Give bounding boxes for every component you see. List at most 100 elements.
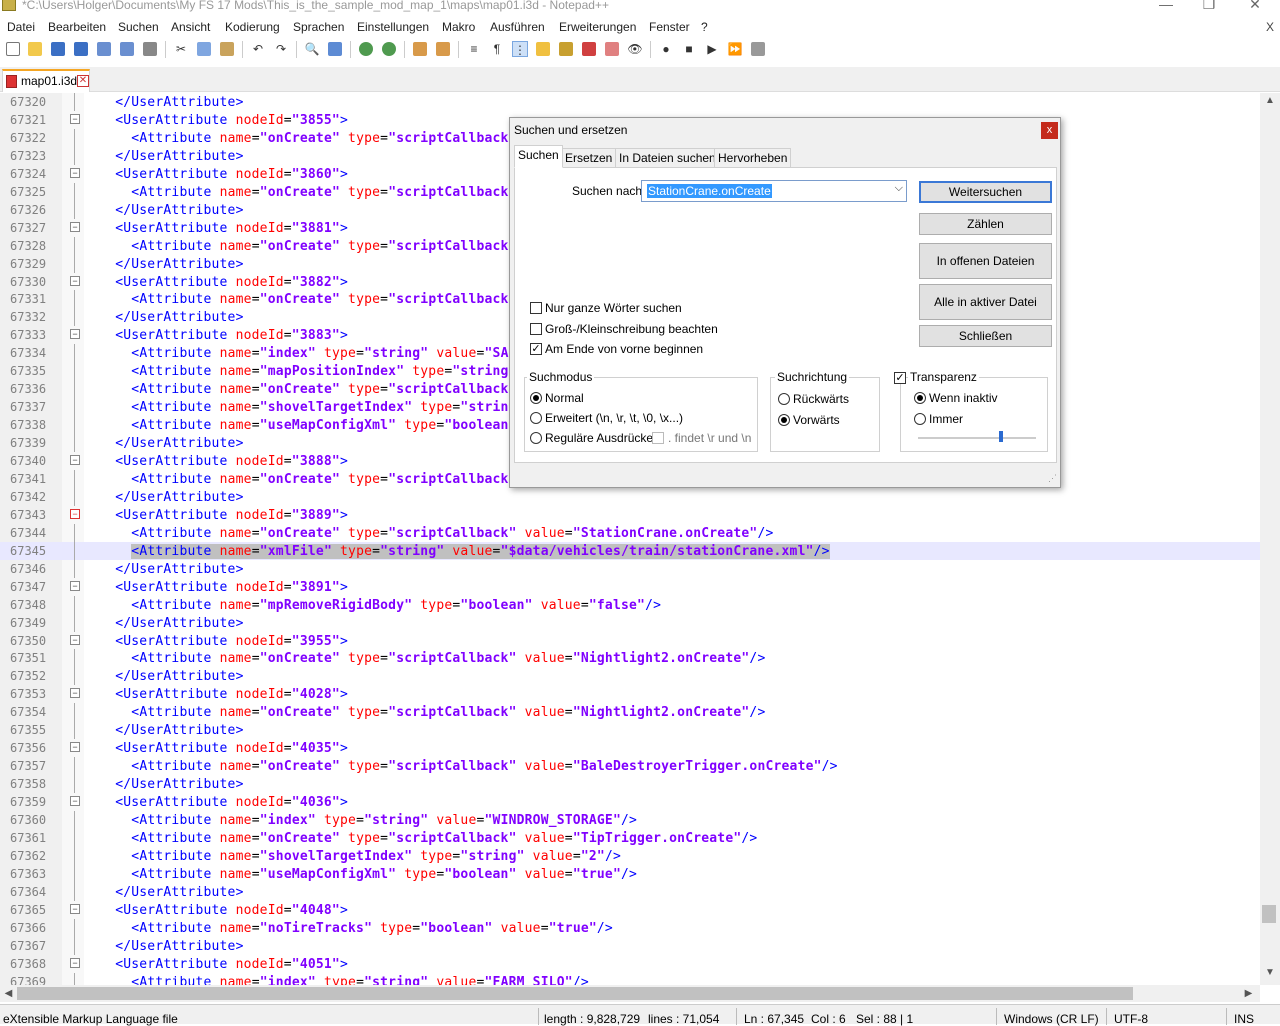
menu-sprachen[interactable]: Sprachen [293, 20, 344, 34]
code-line[interactable]: 67349 </UserAttribute> [0, 613, 1260, 632]
code-line[interactable]: 67346 </UserAttribute> [0, 559, 1260, 578]
show-all-chars-icon[interactable]: ¶ [489, 41, 505, 57]
code-line[interactable]: 67357 <Attribute name="onCreate" type="sc… [0, 757, 1260, 776]
mode-extended-radio[interactable] [530, 412, 542, 424]
save-icon[interactable] [50, 41, 66, 57]
language-icon[interactable] [535, 41, 551, 57]
indent-guide-icon[interactable]: ⋮ [512, 41, 528, 57]
transparency-always-radio[interactable] [914, 413, 926, 425]
menu-suchen[interactable]: Suchen [118, 20, 159, 34]
mode-normal-radio[interactable] [530, 392, 542, 404]
paste-icon[interactable] [219, 41, 235, 57]
whole-word-checkbox[interactable] [530, 302, 542, 314]
cut-icon[interactable]: ✂ [173, 41, 189, 57]
code-line[interactable]: 67354 <Attribute name="onCreate" type="sc… [0, 703, 1260, 722]
new-file-icon[interactable] [5, 41, 21, 57]
monitoring-icon[interactable]: 👁 [627, 41, 643, 57]
fold-toggle-icon[interactable]: − [70, 688, 80, 699]
menu-datei[interactable]: Datei [7, 20, 35, 34]
tab-suchen[interactable]: Suchen [514, 145, 563, 168]
tab-ersetzen[interactable]: Ersetzen [561, 148, 617, 168]
code-line[interactable]: 67347 − <UserAttribute nodeId="3891"> [0, 578, 1260, 596]
transparency-checkbox[interactable]: ✓ [894, 372, 906, 384]
function-list-icon[interactable] [581, 41, 597, 57]
open-file-icon[interactable] [27, 41, 43, 57]
restore-icon[interactable]: ❐ [1199, 0, 1219, 14]
direction-down-radio[interactable] [778, 414, 790, 426]
code-line[interactable]: 67364 </UserAttribute> [0, 882, 1260, 901]
scroll-up-icon[interactable]: ▲ [1260, 95, 1280, 113]
horizontal-scroll-thumb[interactable] [17, 987, 1133, 1000]
dialog-close-button[interactable]: x [1041, 122, 1058, 139]
find-icon[interactable]: 🔍 [304, 41, 320, 57]
code-line[interactable]: 67352 </UserAttribute> [0, 667, 1260, 686]
menu-makro[interactable]: Makro [442, 20, 475, 34]
code-line[interactable]: 67365 − <UserAttribute nodeId="4048"> [0, 901, 1260, 919]
word-wrap-icon[interactable]: ≡ [466, 41, 482, 57]
redo-icon[interactable]: ↷ [273, 41, 289, 57]
code-line[interactable]: 67355 </UserAttribute> [0, 721, 1260, 740]
code-line[interactable]: 67358 </UserAttribute> [0, 775, 1260, 794]
save-all-icon[interactable] [73, 41, 89, 57]
dotall-checkbox[interactable] [652, 432, 664, 444]
code-line[interactable]: 67362 <Attribute name="shovelTargetIndex"… [0, 846, 1260, 865]
close-file-icon[interactable] [96, 41, 112, 57]
doc-map-icon[interactable] [558, 41, 574, 57]
fold-toggle-icon[interactable]: − [70, 903, 80, 914]
match-case-checkbox[interactable] [530, 323, 542, 335]
play-macro-icon[interactable]: ▶ [704, 41, 720, 57]
zoom-out-icon[interactable] [381, 41, 397, 57]
menu-ausfuehren[interactable]: Ausführen [490, 20, 545, 34]
code-line[interactable]: 67348 <Attribute name="mpRemoveRigidBody"… [0, 595, 1260, 614]
close-all-icon[interactable] [119, 41, 135, 57]
code-line[interactable]: 67344 <Attribute name="onCreate" type="sc… [0, 523, 1260, 542]
code-line[interactable]: 67368 − <UserAttribute nodeId="4051"> [0, 955, 1260, 973]
code-line[interactable]: 67366 <Attribute name="noTireTracks" type… [0, 918, 1260, 937]
fold-toggle-icon[interactable]: − [70, 742, 80, 753]
folder-workspace-icon[interactable] [604, 41, 620, 57]
close-window-icon[interactable]: ✕ [1245, 0, 1265, 14]
undo-icon[interactable]: ↶ [250, 41, 266, 57]
tab-in-dateien-suchen[interactable]: In Dateien suchen [615, 148, 720, 168]
menu-bearbeiten[interactable]: Bearbeiten [48, 20, 106, 34]
code-line[interactable]: 67343 − <UserAttribute nodeId="3889"> [0, 506, 1260, 524]
fold-toggle-icon[interactable]: − [70, 455, 80, 465]
stop-macro-icon[interactable]: ■ [681, 41, 697, 57]
scroll-right-icon[interactable]: ▶ [1240, 985, 1257, 1002]
find-input[interactable]: StationCrane.onCreate ⌵ [641, 180, 907, 202]
fold-toggle-icon[interactable]: − [70, 113, 80, 124]
replace-icon[interactable] [327, 41, 343, 57]
find-next-button[interactable]: Weitersuchen [919, 181, 1052, 203]
transparency-slider-thumb[interactable] [998, 431, 1003, 442]
transparency-slider[interactable] [918, 437, 1036, 439]
sync-horizontal-icon[interactable] [435, 41, 451, 57]
code-line[interactable]: 67363 <Attribute name="useMapConfigXml" t… [0, 864, 1260, 883]
code-line[interactable]: 67367 </UserAttribute> [0, 936, 1260, 955]
minimize-icon[interactable]: — [1156, 0, 1176, 14]
close-dialog-button[interactable]: Schließen [919, 325, 1052, 347]
print-icon[interactable] [142, 41, 158, 57]
code-line[interactable]: 67356 − <UserAttribute nodeId="4035"> [0, 739, 1260, 757]
save-macro-icon[interactable] [750, 41, 766, 57]
fold-toggle-icon[interactable]: − [70, 634, 80, 645]
code-line[interactable]: 67353 − <UserAttribute nodeId="4028"> [0, 685, 1260, 703]
code-line[interactable]: 67360 <Attribute name="index" type="strin… [0, 811, 1260, 829]
fold-toggle-icon[interactable]: − [70, 580, 80, 591]
vertical-scroll-thumb[interactable] [1262, 905, 1276, 923]
fold-toggle-icon[interactable]: − [70, 796, 80, 807]
menu-einstellungen[interactable]: Einstellungen [357, 20, 429, 34]
run-macro-multiple-icon[interactable]: ⏩ [727, 41, 743, 57]
fold-toggle-icon[interactable]: − [70, 957, 80, 968]
document-tab[interactable]: map01.i3d ✕ [2, 69, 90, 92]
find-all-current-button[interactable]: Alle in aktiver Datei suchen [919, 284, 1052, 343]
code-line[interactable]: 67359 − <UserAttribute nodeId="4036"> [0, 793, 1260, 811]
code-line[interactable]: 67345 <Attribute name="xmlFile" type="str… [0, 541, 1260, 560]
sync-vertical-icon[interactable] [412, 41, 428, 57]
mode-regex-radio[interactable] [530, 432, 542, 444]
scroll-down-icon[interactable]: ▼ [1260, 967, 1280, 985]
fold-toggle-icon[interactable]: − [70, 167, 80, 178]
code-line[interactable]: 67320 </UserAttribute> [0, 93, 1260, 111]
zoom-in-icon[interactable] [358, 41, 374, 57]
copy-icon[interactable] [196, 41, 212, 57]
menu-help[interactable]: ? [701, 20, 708, 34]
